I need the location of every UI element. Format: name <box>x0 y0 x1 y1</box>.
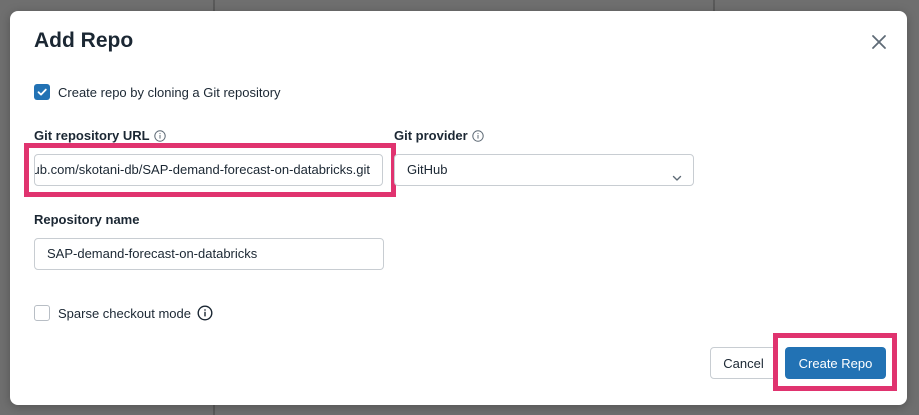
info-icon[interactable] <box>471 129 484 142</box>
clone-checkbox[interactable] <box>34 84 50 100</box>
git-provider-select[interactable]: GitHub <box>394 154 694 186</box>
background-divider <box>213 405 215 415</box>
clone-checkbox-label: Create repo by cloning a Git repository <box>58 84 281 100</box>
git-provider-label-text: Git provider <box>394 128 468 143</box>
repo-name-input[interactable]: SAP-demand-forecast-on-databricks <box>34 238 384 270</box>
close-icon[interactable] <box>868 31 890 53</box>
chevron-down-icon <box>671 165 683 185</box>
sparse-checkout-checkbox[interactable] <box>34 305 50 321</box>
git-provider-value: GitHub <box>407 162 448 177</box>
add-repo-dialog: Add Repo Create repo by cloning a Git re… <box>10 11 907 405</box>
clone-checkbox-row[interactable]: Create repo by cloning a Git repository <box>34 84 281 100</box>
create-highlight-box <box>773 333 897 391</box>
url-highlight-box <box>24 143 396 197</box>
repo-name-value: SAP-demand-forecast-on-databricks <box>47 246 258 261</box>
git-url-label: Git repository URL <box>34 128 166 143</box>
info-icon[interactable] <box>153 129 166 142</box>
cancel-button[interactable]: Cancel <box>710 347 777 379</box>
sparse-checkbox-row[interactable]: Sparse checkout mode <box>34 305 213 321</box>
info-icon[interactable] <box>197 305 213 321</box>
git-url-label-text: Git repository URL <box>34 128 150 143</box>
background-divider <box>713 0 715 11</box>
repo-name-label: Repository name <box>34 212 140 227</box>
checkmark-icon <box>37 88 47 96</box>
dialog-title: Add Repo <box>34 29 134 52</box>
sparse-checkbox-label: Sparse checkout mode <box>58 305 191 321</box>
git-provider-label: Git provider <box>394 128 484 143</box>
background-divider <box>213 0 215 11</box>
